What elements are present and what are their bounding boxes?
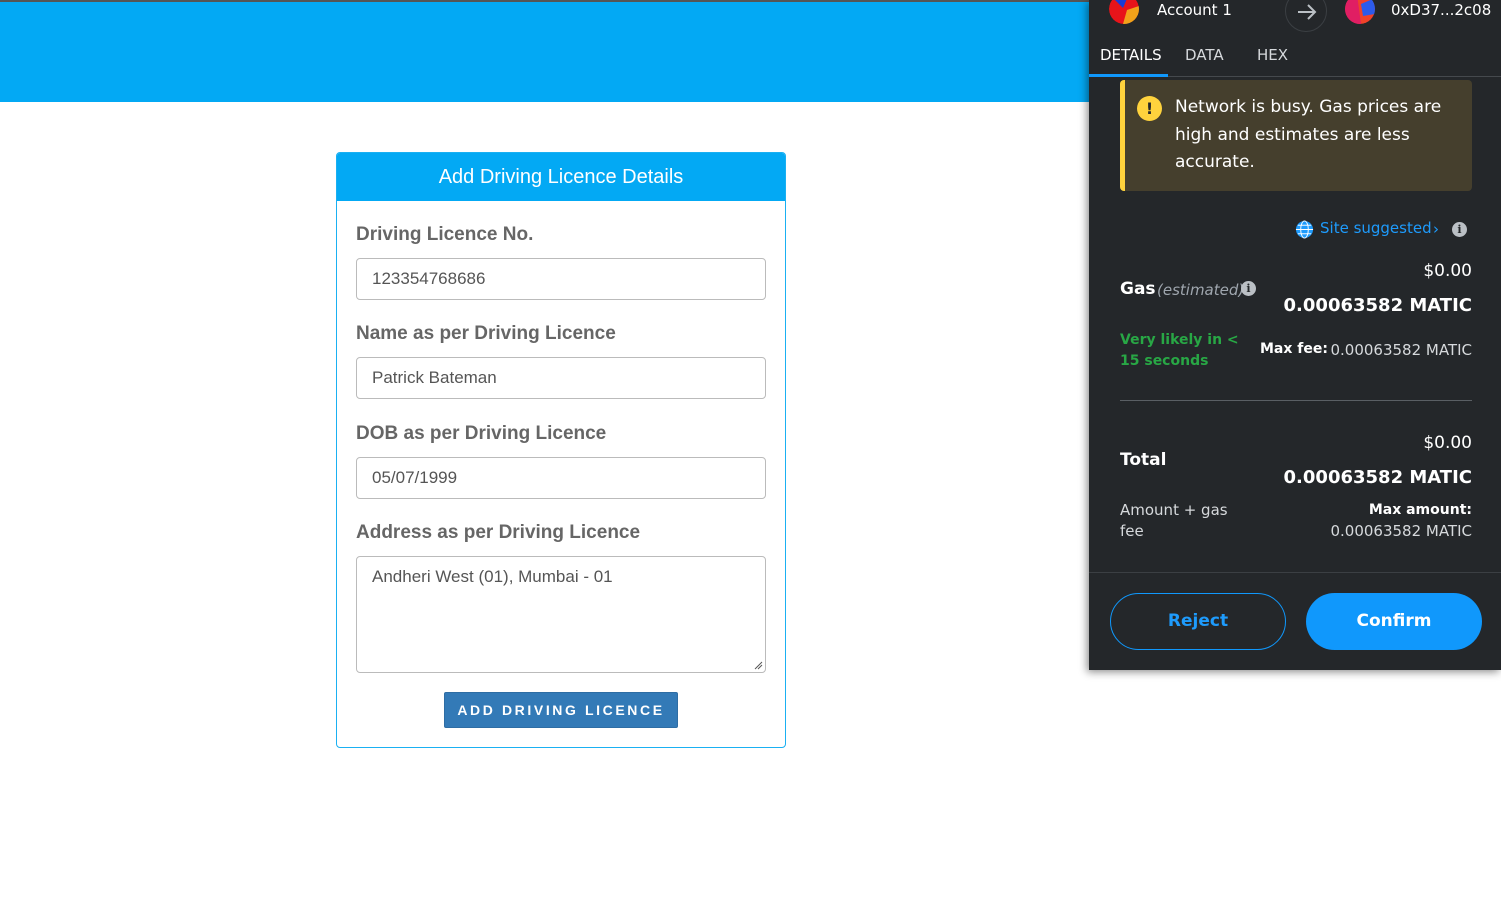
globe-icon — [1295, 220, 1314, 239]
recipient-address[interactable]: 0xD37...2c08 — [1391, 1, 1491, 19]
active-tab-indicator — [1089, 74, 1168, 77]
account-name[interactable]: Account 1 — [1157, 1, 1232, 19]
name-input[interactable]: Patrick Bateman — [356, 357, 766, 399]
max-amount-label: Max amount: — [1368, 502, 1472, 518]
metamask-popup: Account 1 0xD37...2c08 DETAILS DATA HEX … — [1089, 0, 1501, 670]
address-textarea[interactable]: Andheri West (01), Mumbai - 01 — [356, 556, 766, 673]
tab-data[interactable]: DATA — [1185, 46, 1224, 64]
footer-divider — [1089, 572, 1501, 573]
gas-info-icon[interactable]: i — [1241, 281, 1256, 296]
amount-gas-label: Amount + gas fee — [1120, 501, 1228, 540]
tab-hex[interactable]: HEX — [1257, 46, 1288, 64]
total-label: Total — [1120, 450, 1167, 470]
max-fee-label: Max fee: — [1260, 341, 1328, 357]
form-title: Add Driving Licence Details — [337, 153, 785, 201]
tab-details[interactable]: DETAILS — [1100, 46, 1162, 64]
section-divider — [1120, 400, 1472, 401]
address-text: Andheri West (01), Mumbai - 01 — [372, 567, 613, 586]
warning-icon: ! — [1137, 96, 1162, 121]
total-usd-value: $0.00 — [1423, 433, 1472, 453]
licence-no-input[interactable]: 123354768686 — [356, 258, 766, 300]
reject-button[interactable]: Reject — [1110, 593, 1286, 650]
arrow-right-icon — [1285, 0, 1327, 32]
gas-timing-estimate: Very likely in < 15 seconds — [1120, 332, 1239, 369]
chevron-right-icon: › — [1433, 220, 1439, 238]
account-avatar-icon — [1109, 0, 1139, 24]
max-fee-value: 0.00063582 MATIC — [1330, 341, 1472, 359]
name-label: Name as per Driving Licence — [356, 323, 616, 344]
warning-text: Network is busy. Gas prices are high and… — [1175, 97, 1442, 172]
metamask-header: Account 1 0xD37...2c08 — [1089, 0, 1501, 34]
dob-label: DOB as per Driving Licence — [356, 423, 607, 444]
dob-input[interactable]: 05/07/1999 — [356, 457, 766, 499]
licence-no-label: Driving Licence No. — [356, 224, 534, 245]
recipient-avatar-icon — [1345, 0, 1375, 24]
driving-licence-form-card: Add Driving Licence Details Driving Lice… — [336, 152, 786, 748]
max-amount-value: 0.00063582 MATIC — [1330, 522, 1472, 540]
gas-label: Gas — [1120, 279, 1156, 299]
total-matic-value: 0.00063582 MATIC — [1283, 467, 1472, 488]
metamask-tabs: DETAILS DATA HEX — [1089, 34, 1501, 77]
gas-estimated-label: (estimated) — [1157, 281, 1245, 299]
info-icon[interactable]: i — [1452, 222, 1467, 237]
add-driving-licence-button[interactable]: ADD DRIVING LICENCE — [444, 692, 678, 728]
gas-matic-value: 0.00063582 MATIC — [1283, 295, 1472, 316]
network-busy-warning: ! Network is busy. Gas prices are high a… — [1120, 80, 1472, 191]
address-label: Address as per Driving Licence — [356, 522, 641, 543]
site-suggested-label: Site suggested — [1320, 219, 1432, 237]
confirm-button[interactable]: Confirm — [1306, 593, 1482, 650]
gas-usd-value: $0.00 — [1423, 261, 1472, 281]
resize-grip-icon[interactable] — [753, 660, 763, 670]
